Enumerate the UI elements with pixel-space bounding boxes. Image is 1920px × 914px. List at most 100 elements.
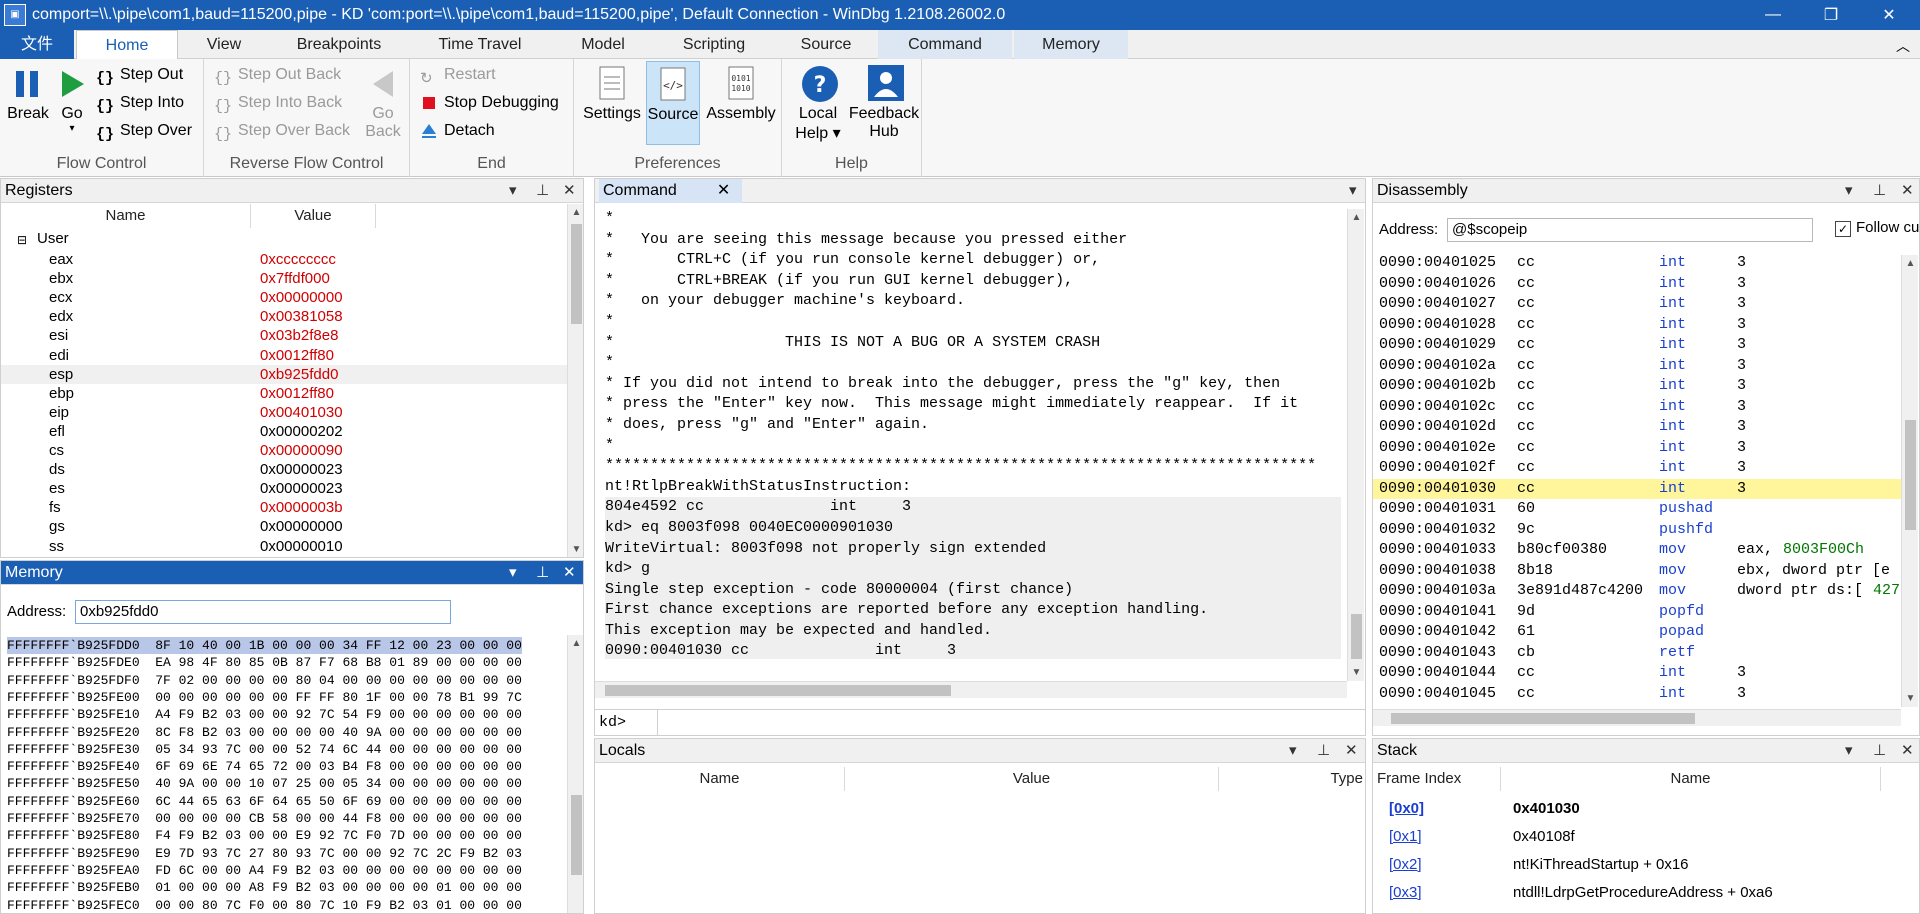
registers-scrollbar[interactable]: ▲ ▼ (567, 204, 583, 557)
disasm-line[interactable]: 0090:0040102b cc int 3 (1373, 376, 1901, 397)
close-button[interactable]: ✕ (1860, 0, 1918, 30)
disasm-line[interactable]: 0090:00401028 cc int 3 (1373, 315, 1901, 336)
stack-frame-row[interactable]: [0x3] ntdll!LdrpGetProcedureAddress + 0xa… (1373, 879, 1919, 907)
disasm-line[interactable]: 0090:00401038 8b18 mov ebx, dword ptr [e (1373, 561, 1901, 582)
stack-column-index[interactable]: Frame Index (1373, 767, 1501, 791)
tab-time-travel[interactable]: Time Travel (410, 30, 550, 59)
disasm-line[interactable]: 0090:00401029 cc int 3 (1373, 335, 1901, 356)
memory-line[interactable]: FFFFFFFF`B925FEB0 01 00 00 00 A8 F9 B2 0… (7, 879, 522, 896)
detach-button[interactable]: Detach (420, 118, 495, 144)
memory-line[interactable]: FFFFFFFF`B925FDD0 8F 10 40 00 1B 00 00 0… (7, 637, 522, 654)
memory-line[interactable]: FFFFFFFF`B925FE70 00 00 00 00 CB 58 00 0… (7, 810, 522, 827)
collapse-icon[interactable]: ⊟ (17, 233, 27, 247)
stack-frame-row[interactable]: [0x1] 0x40108f (1373, 823, 1919, 851)
disasm-hscrollbar[interactable] (1373, 709, 1901, 726)
tab-home[interactable]: Home (76, 30, 178, 59)
register-row-esi[interactable]: esi 0x03b2f8e8 (1, 326, 567, 345)
disasm-line[interactable]: 0090:00401026 cc int 3 (1373, 274, 1901, 295)
command-tab[interactable]: Command ✕ (599, 179, 743, 203)
memory-scrollbar[interactable]: ▲ (567, 635, 583, 913)
local-help-button[interactable]: ? Local Help ▾ (788, 61, 848, 143)
restart-button[interactable]: ↻ Restart (420, 62, 496, 88)
disasm-line[interactable]: 0090:00401042 61 popad (1373, 622, 1901, 643)
column-value[interactable]: Value (251, 204, 376, 228)
disasm-line[interactable]: 0090:00401033 b80cf00380 mov eax, 8003F00Ch (1373, 540, 1901, 561)
pin-icon[interactable]: ⊥ (1317, 739, 1330, 763)
tab-view[interactable]: View (180, 30, 268, 59)
source-button[interactable]: </> Source (646, 61, 700, 145)
tab-memory[interactable]: Memory (1014, 30, 1128, 59)
assembly-button[interactable]: 0101 1010 Assembly (704, 61, 778, 123)
step-out-back-button[interactable]: {} Step Out Back (214, 62, 341, 88)
app-icon[interactable]: ▣ (4, 4, 26, 26)
pane-menu-icon[interactable]: ▾ (1349, 179, 1357, 203)
register-row-fs[interactable]: fs 0x0000003b (1, 498, 567, 517)
disasm-line[interactable]: 0090:00401031 60 pushad (1373, 499, 1901, 520)
break-button[interactable]: Break (4, 61, 52, 123)
pin-icon[interactable]: ⊥ (536, 561, 549, 585)
pane-close-icon[interactable]: ✕ (1345, 739, 1358, 763)
register-row-ebx[interactable]: ebx 0x7ffdf000 (1, 269, 567, 288)
disasm-line[interactable]: 0090:0040102e cc int 3 (1373, 438, 1901, 459)
stack-frame-index-link[interactable]: [0x1] (1389, 823, 1422, 851)
register-row-edi[interactable]: edi 0x0012ff80 (1, 346, 567, 365)
memory-line[interactable]: FFFFFFFF`B925FE10 A4 F9 B2 03 00 00 92 7… (7, 706, 522, 723)
stop-debugging-button[interactable]: Stop Debugging (420, 90, 559, 116)
minimize-button[interactable]: — (1744, 0, 1802, 30)
memory-line[interactable]: FFFFFFFF`B925FE00 00 00 00 00 00 00 FF F… (7, 689, 522, 706)
go-button[interactable]: Go ▾ (54, 61, 90, 134)
disasm-address-input[interactable]: @$scopeip (1447, 218, 1813, 242)
memory-line[interactable]: FFFFFFFF`B925FE60 6C 44 65 63 6F 64 65 5… (7, 793, 522, 810)
register-row-edx[interactable]: edx 0x00381058 (1, 307, 567, 326)
disasm-line[interactable]: 0090:0040102c cc int 3 (1373, 397, 1901, 418)
step-into-back-button[interactable]: {} Step Into Back (214, 90, 342, 116)
tab-breakpoints[interactable]: Breakpoints (272, 30, 406, 59)
pane-menu-icon[interactable]: ▾ (1845, 179, 1853, 203)
column-name[interactable]: Name (1, 204, 251, 228)
follow-checkbox[interactable]: ✓ (1835, 221, 1851, 237)
locals-column-type[interactable]: Type (1219, 767, 1365, 791)
step-over-button[interactable]: {} Step Over (96, 118, 192, 144)
step-over-back-button[interactable]: {} Step Over Back (214, 118, 350, 144)
command-input[interactable] (657, 710, 1365, 735)
collapse-ribbon-icon[interactable]: ︿ (1896, 36, 1910, 56)
memory-line[interactable]: FFFFFFFF`B925FDF0 7F 02 00 00 00 00 80 0… (7, 672, 522, 689)
memory-line[interactable]: FFFFFFFF`B925FE80 F4 F9 B2 03 00 00 E9 9… (7, 827, 522, 844)
disasm-line[interactable]: 0090:00401043 cb retf (1373, 643, 1901, 664)
pane-close-icon[interactable]: ✕ (563, 561, 576, 585)
register-row-ss[interactable]: ss 0x00000010 (1, 537, 567, 556)
register-row-ds[interactable]: ds 0x00000023 (1, 460, 567, 479)
settings-button[interactable]: Settings (582, 61, 642, 123)
register-row-es[interactable]: es 0x00000023 (1, 479, 567, 498)
memory-line[interactable]: FFFFFFFF`B925FE40 6F 69 6E 74 65 72 00 0… (7, 758, 522, 775)
pin-icon[interactable]: ⊥ (1873, 739, 1886, 763)
pane-menu-icon[interactable]: ▾ (509, 561, 517, 585)
maximize-button[interactable]: ❐ (1802, 0, 1860, 30)
go-back-button[interactable]: Go Back (360, 61, 406, 141)
disasm-line[interactable]: 0090:00401045 cc int 3 (1373, 684, 1901, 705)
memory-line[interactable]: FFFFFFFF`B925FEA0 FD 6C 00 00 A4 F9 B2 0… (7, 862, 522, 879)
pane-menu-icon[interactable]: ▾ (509, 179, 517, 203)
stack-frame-row[interactable]: [0x2] nt!KiThreadStartup + 0x16 (1373, 851, 1919, 879)
stack-frame-row[interactable]: [0x0] 0x401030 (1373, 795, 1919, 823)
pin-icon[interactable]: ⊥ (1873, 179, 1886, 203)
tab-scripting[interactable]: Scripting (662, 30, 766, 59)
disasm-line[interactable]: 0090:00401030 cc int 3 (1373, 478, 1901, 499)
command-vscrollbar[interactable]: ▲ ▼ (1347, 209, 1364, 681)
pane-close-icon[interactable]: ✕ (1901, 179, 1914, 203)
command-hscrollbar[interactable] (595, 681, 1347, 698)
tab-model[interactable]: Model (558, 30, 648, 59)
register-row-eax[interactable]: eax 0xcccccccc (1, 250, 567, 269)
register-row-eip[interactable]: eip 0x00401030 (1, 403, 567, 422)
stack-column-name[interactable]: Name (1501, 767, 1881, 791)
pin-icon[interactable]: ⊥ (536, 179, 549, 203)
disasm-line[interactable]: 0090:0040102d cc int 3 (1373, 417, 1901, 438)
stack-frame-index-link[interactable]: [0x0] (1389, 795, 1424, 823)
feedback-hub-button[interactable]: Feedback Hub (848, 61, 920, 141)
disasm-line[interactable]: 0090:00401032 9c pushfd (1373, 520, 1901, 541)
register-row-cs[interactable]: cs 0x00000090 (1, 441, 567, 460)
tab-command[interactable]: Command (878, 30, 1012, 59)
stack-frame-index-link[interactable]: [0x2] (1389, 851, 1422, 879)
locals-column-name[interactable]: Name (595, 767, 845, 791)
tab-source[interactable]: Source (778, 30, 874, 59)
